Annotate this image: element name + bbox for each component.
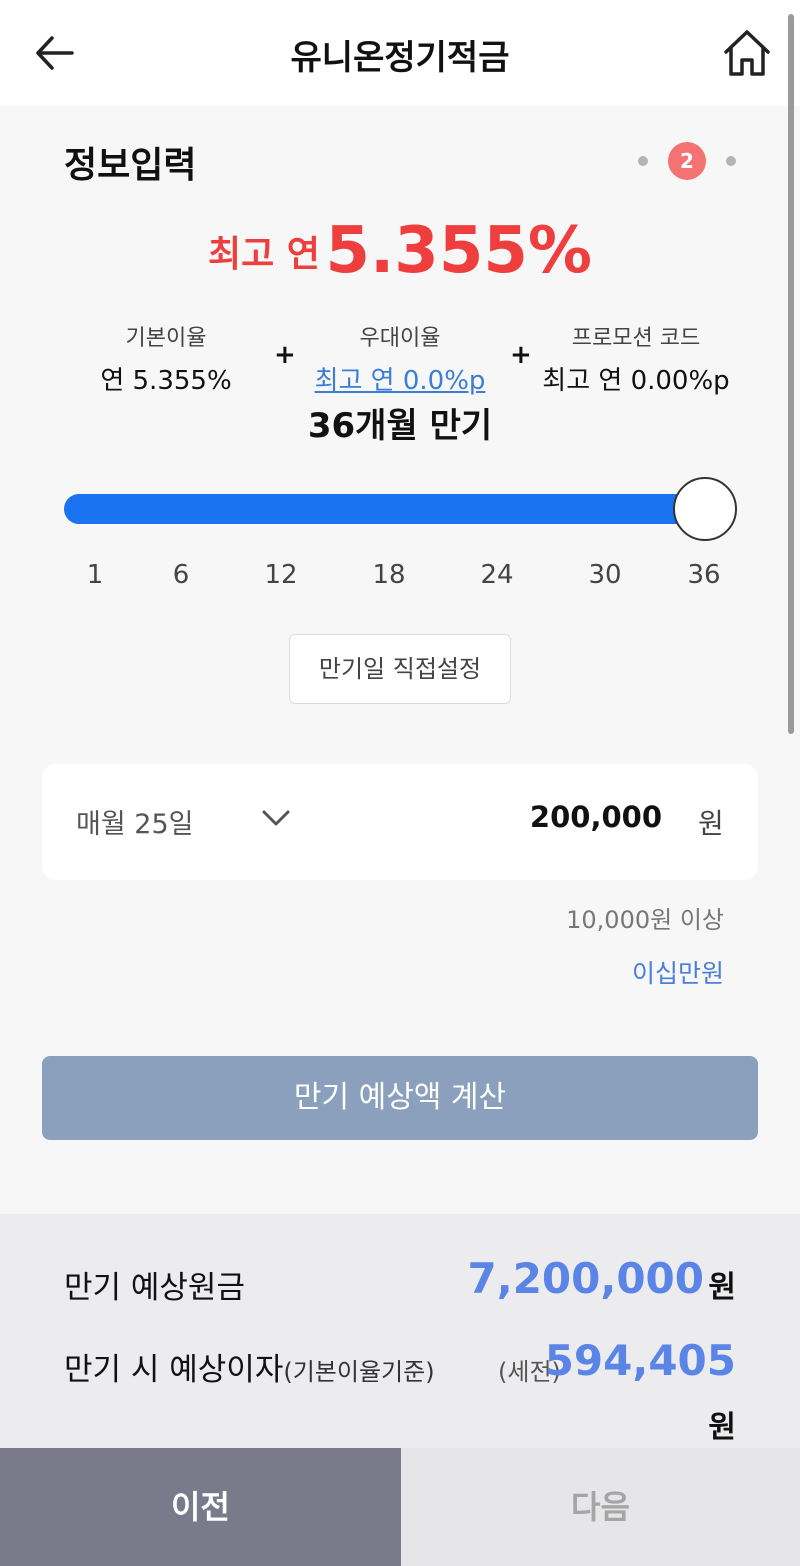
term-ticks: 1 6 12 18 24 30 36: [0, 560, 800, 600]
max-rate-prefix: 최고 연: [207, 234, 320, 275]
deposit-card: 매월 25일 200,000 원: [42, 764, 758, 880]
interest-label: 만기 시 예상이자: [64, 1352, 284, 1388]
preferential-rate: 우대이율 최고 연 0.0%p: [300, 320, 500, 397]
preferential-rate-link[interactable]: 최고 연 0.0%p: [300, 360, 500, 397]
amount-input[interactable]: 200,000: [342, 800, 662, 848]
principal-value: 7,200,000: [467, 1254, 704, 1303]
tick-label[interactable]: 1: [65, 560, 125, 590]
principal-unit: 원: [708, 1270, 736, 1305]
minimum-amount-note: 10,000원 이상: [566, 906, 724, 934]
page-title: 유니온정기적금: [290, 38, 510, 78]
calculate-button[interactable]: 만기 예상액 계산: [42, 1056, 758, 1140]
base-rate-label: 기본이율: [125, 326, 207, 351]
home-button[interactable]: [720, 26, 774, 80]
amount-unit: 원: [698, 807, 724, 840]
section-title: 정보입력: [64, 145, 197, 186]
step-current: 2: [668, 142, 706, 180]
tick-label[interactable]: 30: [575, 560, 635, 590]
promo-rate: 프로모션 코드 최고 연 0.00%p: [536, 320, 736, 397]
interest-basis-note: (기본이율기준): [283, 1358, 435, 1386]
preferential-rate-label: 우대이율: [359, 326, 441, 351]
bottom-nav: 이전 다음: [0, 1448, 800, 1566]
max-rate: 최고 연 5.355%: [0, 214, 800, 288]
step-dot-1: [638, 156, 648, 166]
plus-sign: +: [510, 340, 532, 370]
custom-maturity-date-button[interactable]: 만기일 직접설정: [289, 634, 511, 704]
principal-label: 만기 예상원금: [64, 1270, 245, 1306]
tick-label[interactable]: 6: [151, 560, 211, 590]
interest-label-group: 만기 시 예상이자(기본이율기준): [64, 1344, 435, 1389]
tick-label[interactable]: 12: [251, 560, 311, 590]
step-indicator: 2: [636, 142, 746, 180]
payment-day-value: 매월 25일: [76, 809, 194, 840]
base-rate: 기본이율 연 5.355%: [96, 320, 236, 397]
result-panel: [0, 1214, 800, 1448]
base-rate-value: 연 5.355%: [100, 366, 232, 396]
next-button[interactable]: 다음: [401, 1448, 800, 1566]
prev-button[interactable]: 이전: [0, 1448, 401, 1566]
term-slider[interactable]: [64, 477, 737, 541]
max-rate-value: 5.355%: [325, 214, 593, 288]
payment-day-select[interactable]: 매월 25일: [76, 802, 296, 846]
interest-value: 594,405: [544, 1336, 736, 1385]
amount-in-korean: 이십만원: [631, 959, 724, 988]
scrollbar[interactable]: [788, 14, 794, 734]
app-header: 유니온정기적금: [0, 0, 800, 106]
slider-fill: [64, 494, 704, 524]
promo-rate-value: 최고 연 0.00%p: [542, 366, 730, 396]
promo-rate-label: 프로모션 코드: [571, 326, 701, 351]
interest-unit: 원: [708, 1410, 736, 1445]
tick-label[interactable]: 18: [359, 560, 419, 590]
term-label: 36개월 만기: [307, 406, 493, 446]
tick-label[interactable]: 36: [674, 560, 734, 590]
step-dot-3: [726, 156, 736, 166]
home-icon: [724, 30, 770, 76]
tick-label[interactable]: 24: [467, 560, 527, 590]
plus-sign: +: [274, 340, 296, 370]
chevron-down-icon: [262, 810, 290, 826]
slider-thumb[interactable]: [673, 477, 737, 541]
